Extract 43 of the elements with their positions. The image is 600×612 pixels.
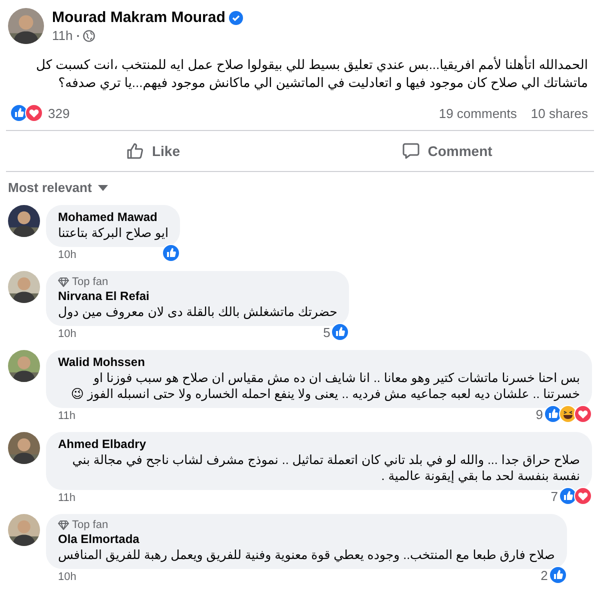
post-time[interactable]: 11h (52, 28, 73, 43)
like-reaction-icon (331, 323, 350, 341)
speech-bubble-icon (402, 142, 420, 160)
like-reaction-icon (548, 566, 567, 584)
reaction-count[interactable]: 2 (540, 568, 548, 582)
sort-dropdown[interactable]: Most relevant (6, 172, 110, 205)
comment-text: حضرتك ماتشغلش بالك بالقلة دى لان معروف مين دول (58, 304, 338, 320)
top-fan-label: Top fan (72, 519, 108, 531)
reaction-count[interactable]: 329 (48, 106, 70, 120)
diamond-icon (58, 277, 69, 287)
reaction-count[interactable]: 7 (550, 488, 558, 504)
shares-count[interactable]: 10 shares (530, 106, 588, 120)
separator-dot-icon (76, 34, 79, 36)
comment-time[interactable]: 10h (58, 249, 76, 261)
comment-text: بس احنا خسرنا ماتشات كتير وهو معانا .. انا شايف ان ده مش مقياس ان صلاح هو سبب فوزنا او خسرتنا .. علشان ديه لعبه جماعيه مش فرديه .. يعنى ولا ينفع احمله الخساره ولا حتى انسبله الفوز 😉 (70, 370, 580, 402)
comment-text: صلاح حراق جدا ... والله لو في بلد تاني كان اتعملة تماثيل .. نموذج مشرف لشاب ناجح في مجالة بني نفسة بنفسة لحد ما بقي إيقونة عالمية . (71, 452, 580, 484)
reaction-count[interactable]: 5 (323, 324, 330, 340)
heart-reaction-icon (574, 405, 592, 423)
caret-icon (98, 184, 108, 190)
comment-text: ايو صلاح البركة بتاعتنا (58, 225, 168, 241)
commenter-name[interactable]: Mohamed Mawad (58, 210, 168, 224)
comment-time[interactable]: 10h (58, 571, 76, 583)
heart-reaction-icon (25, 104, 43, 122)
comment-time[interactable]: 11h (58, 410, 76, 422)
commenter-name[interactable]: Ahmed Elbadry (58, 437, 580, 451)
post-text: الحمدالله اتأهلنا لأمم افريقيا...بس عندي تعليق بسيط للي بيقولوا صلاح عمل ايه للمنتخب ،انت كسبت كل ماتشاتك الي صلاح كان موجود فيها و اتعادليت في الماتشين الي ماكانش موجود فيهم...يا تري صدفه؟ (34, 54, 589, 92)
thumbs-up-icon (126, 142, 144, 160)
author-name[interactable]: Mourad Makram Mourad (52, 9, 226, 26)
comment-time[interactable]: 11h (58, 492, 76, 504)
comment-button[interactable]: Comment (300, 135, 594, 167)
commenter-name[interactable]: Walid Mohssen (58, 355, 580, 369)
reaction-count[interactable]: 9 (536, 406, 543, 422)
globe-icon (82, 30, 95, 42)
commenter-name[interactable]: Nirvana El Refai (58, 289, 338, 303)
comments-count[interactable]: 19 comments (438, 106, 517, 120)
top-fan-label: Top fan (72, 276, 108, 288)
like-button[interactable]: Like (6, 135, 300, 167)
comment-text: صلاح فارق طبعا مع المنتخب.. وجوده يعطي قوة معنوية وفنية للفريق ويعمل رهبة للفريق المنافس (58, 547, 555, 563)
like-reaction-icon (162, 244, 180, 262)
commenter-name[interactable]: Ola Elmortada (58, 532, 555, 546)
comment-time[interactable]: 10h (58, 328, 76, 340)
heart-reaction-icon (574, 487, 592, 505)
diamond-icon (58, 520, 69, 530)
